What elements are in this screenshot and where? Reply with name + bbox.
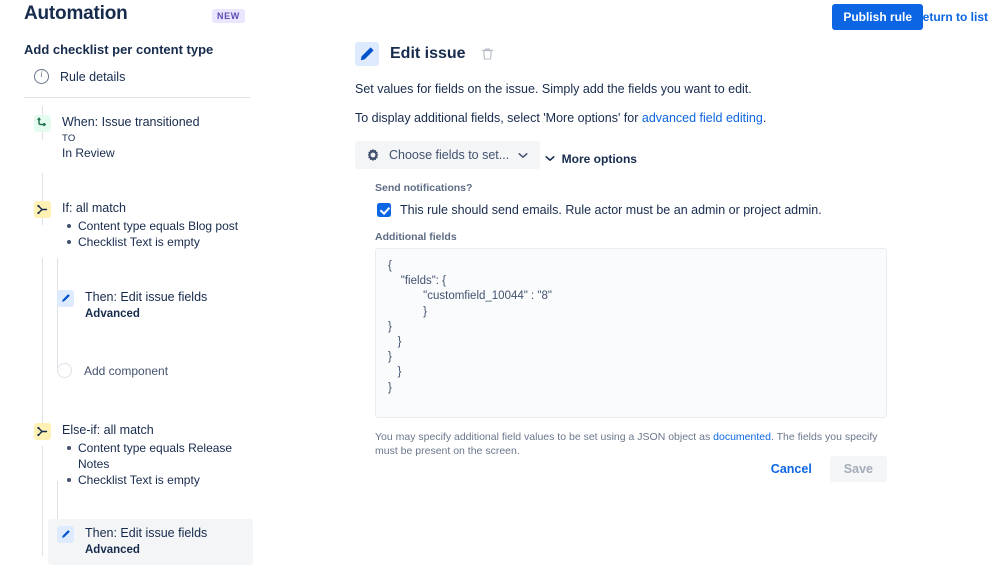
rule-sidebar: Add checklist per content type Rule deta… [0, 36, 300, 574]
rule-node-body: Then: Edit issue fields Advanced [85, 525, 207, 558]
send-emails-label: This rule should send emails. Rule actor… [400, 203, 822, 217]
pencil-icon [57, 290, 74, 307]
rule-node-then-2[interactable]: Then: Edit issue fields Advanced [48, 519, 253, 565]
publish-rule-button[interactable]: Publish rule [832, 4, 923, 30]
panel-title: Edit issue [390, 45, 466, 62]
pencil-icon [355, 42, 379, 66]
pencil-icon-glyph [62, 294, 70, 302]
condition-branch-icon [34, 423, 51, 440]
condition-item: Content type equals Release Notes [67, 440, 236, 472]
save-button[interactable]: Save [829, 456, 887, 482]
additional-fields-help: You may specify additional field values … [375, 430, 887, 458]
delete-component-button[interactable] [481, 47, 494, 61]
rule-node-body: Then: Edit issue fields Advanced [85, 289, 207, 322]
sidebar-divider [24, 97, 250, 98]
trigger-icon [34, 115, 51, 132]
condition-item: Checklist Text is empty [67, 472, 236, 488]
rule-node-title: When: Issue transitioned [62, 115, 200, 129]
more-options-toggle[interactable]: More options [545, 152, 637, 166]
rule-node-title: Then: Edit issue fields [85, 526, 208, 540]
choose-fields-label: Choose fields to set... [389, 148, 510, 162]
additional-fields-label: Additional fields [375, 231, 457, 243]
return-to-list-link[interactable]: Return to list [914, 10, 988, 24]
desc2-prefix: To display additional fields, select 'Mo… [355, 111, 642, 125]
rule-node-title: If: all match [62, 201, 126, 215]
pencil-icon-glyph [360, 47, 374, 61]
rule-name: Add checklist per content type [24, 42, 214, 57]
chevron-down-icon [518, 152, 528, 159]
condition-branch-icon [34, 201, 51, 218]
condition-branch-icon-glyph [37, 204, 48, 215]
condition-list: Content type equals Blog post Checklist … [62, 218, 238, 250]
info-icon [34, 69, 49, 84]
panel-description-2: To display additional fields, select 'Mo… [355, 110, 999, 127]
send-notifications-label: Send notifications? [375, 182, 473, 194]
chevron-down-icon [545, 155, 555, 162]
cancel-button[interactable]: Cancel [763, 456, 820, 482]
add-component-label: Add component [84, 363, 169, 378]
condition-branch-icon-glyph [37, 426, 48, 437]
rule-node-body: When: Issue transitioned TO In Review [62, 114, 200, 161]
choose-fields-dropdown[interactable]: Choose fields to set... [355, 141, 541, 169]
new-badge: NEW [212, 9, 245, 23]
additional-fields-textarea[interactable] [375, 248, 887, 418]
rule-node-then-1[interactable]: Then: Edit issue fields Advanced [57, 289, 257, 322]
rule-node-when[interactable]: When: Issue transitioned TO In Review [34, 114, 254, 161]
rule-node-if[interactable]: If: all match Content type equals Blog p… [34, 200, 254, 250]
rule-node-else-if[interactable]: Else-if: all match Content type equals R… [34, 422, 254, 488]
pencil-icon-glyph [62, 530, 70, 538]
condition-item: Content type equals Blog post [66, 219, 239, 233]
gear-icon-glyph [367, 148, 379, 162]
gear-icon [366, 148, 380, 162]
panel-description-1: Set values for fields on the issue. Simp… [355, 82, 752, 96]
send-emails-row[interactable]: This rule should send emails. Rule actor… [377, 202, 999, 218]
rule-node-title: Else-if: all match [62, 423, 154, 437]
rule-node-caption: TO [62, 133, 76, 144]
rule-node-body: Else-if: all match Content type equals R… [62, 422, 236, 488]
more-options-label: More options [561, 151, 637, 166]
rule-node-subtitle: Advanced [85, 544, 140, 556]
plus-circle-icon [57, 363, 72, 378]
rule-details-label: Rule details [60, 69, 126, 84]
chevron-down-icon-glyph [518, 152, 528, 158]
condition-list: Content type equals Release Notes Checkl… [62, 440, 236, 488]
page-title: Automation [24, 3, 128, 24]
pencil-icon [57, 526, 74, 543]
rule-node-title: Then: Edit issue fields [85, 290, 208, 304]
add-component-button[interactable]: Add component [57, 363, 168, 378]
rule-node-sub: In Review [62, 146, 115, 160]
condition-item: Checklist Text is empty [66, 234, 238, 250]
panel-footer-actions: Cancel Save [355, 456, 887, 482]
top-bar: Automation NEW Publish rule Return to li… [0, 0, 999, 36]
trash-icon [481, 48, 493, 60]
rule-node-body: If: all match Content type equals Blog p… [62, 200, 238, 250]
edit-issue-panel: Edit issue Set values for fields on the … [355, 36, 999, 574]
trigger-icon-glyph [37, 117, 47, 127]
sidebar-item-rule-details[interactable]: Rule details [34, 69, 125, 84]
send-emails-checkbox[interactable] [377, 203, 391, 217]
documented-link[interactable]: documented [713, 431, 771, 443]
json-help-prefix: You may specify additional field values … [375, 431, 714, 443]
advanced-field-editing-link[interactable]: advanced field editing [642, 111, 763, 125]
panel-header: Edit issue [355, 42, 999, 66]
tree-connector-line [42, 258, 43, 428]
rule-node-subtitle: Advanced [85, 308, 140, 320]
desc2-suffix: . [762, 111, 767, 125]
chevron-down-icon-glyph [545, 156, 555, 161]
